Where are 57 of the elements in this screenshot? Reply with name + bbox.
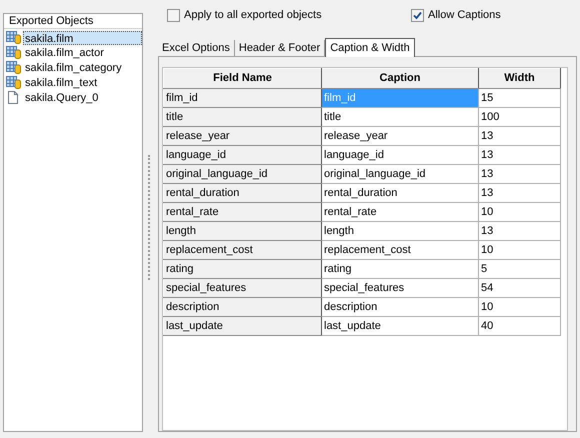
field-name-cell: rental_rate xyxy=(164,202,322,222)
width-cell[interactable]: 100 xyxy=(478,108,560,126)
tree-item[interactable]: sakila.Query_0 xyxy=(23,90,100,104)
caption-cell[interactable]: release_year xyxy=(322,126,478,146)
field-name-cell: language_id xyxy=(164,146,322,164)
caption-cell[interactable]: length xyxy=(322,222,478,240)
document-icon xyxy=(6,91,21,104)
table-icon xyxy=(6,61,21,74)
checkbox-label: Allow Captions xyxy=(428,8,501,24)
width-cell[interactable]: 5 xyxy=(478,260,560,278)
tree-item[interactable]: sakila.film xyxy=(23,30,142,44)
checkbox[interactable] xyxy=(167,9,180,22)
caption-cell[interactable]: rating xyxy=(322,260,478,278)
width-cell[interactable]: 10 xyxy=(478,298,560,316)
width-cell[interactable]: 40 xyxy=(478,316,560,336)
width-cell[interactable]: 13 xyxy=(478,184,560,202)
caption-cell[interactable]: special_features xyxy=(322,278,478,298)
caption-cell[interactable]: replacement_cost xyxy=(322,240,478,260)
width-cell[interactable]: 10 xyxy=(478,240,560,260)
checkbox[interactable] xyxy=(411,9,424,22)
width-cell[interactable]: 13 xyxy=(478,222,560,240)
field-name-cell: special_features xyxy=(164,278,322,298)
table-icon xyxy=(6,76,21,89)
field-name-cell: original_language_id xyxy=(164,164,322,184)
width-cell[interactable]: 13 xyxy=(478,126,560,146)
caption-cell[interactable]: description xyxy=(322,298,478,316)
field-name-cell: replacement_cost xyxy=(164,240,322,260)
caption-cell[interactable]: language_id xyxy=(322,146,478,164)
column-header[interactable]: Field Name xyxy=(164,68,322,88)
field-name-cell: film_id xyxy=(164,88,322,108)
field-name-cell: last_update xyxy=(164,316,322,336)
field-name-cell: rating xyxy=(164,260,322,278)
width-cell[interactable]: 54 xyxy=(478,278,560,298)
caption-cell[interactable]: rental_duration xyxy=(322,184,478,202)
caption-cell[interactable]: original_language_id xyxy=(322,164,478,184)
field-name-cell: length xyxy=(164,222,322,240)
caption-cell[interactable]: title xyxy=(322,108,478,126)
caption-cell[interactable]: rental_rate xyxy=(322,202,478,222)
table-icon xyxy=(6,46,21,59)
field-name-cell: rental_duration xyxy=(164,184,322,202)
tree-item[interactable]: sakila.film_category xyxy=(23,60,124,74)
field-name-cell: description xyxy=(164,298,322,316)
column-header[interactable]: Width xyxy=(478,68,560,88)
width-cell[interactable]: 13 xyxy=(478,164,560,184)
panel-title: Exported Objects xyxy=(4,14,142,29)
width-cell[interactable]: 13 xyxy=(478,146,560,164)
tree-item[interactable]: sakila.film_text xyxy=(23,76,100,90)
field-name-cell: title xyxy=(164,108,322,126)
width-cell[interactable]: 15 xyxy=(478,88,560,108)
field-name-cell: release_year xyxy=(164,126,322,146)
table-icon xyxy=(6,31,21,44)
caption-cell[interactable]: last_update xyxy=(322,316,478,336)
tab[interactable]: Caption & Width xyxy=(325,38,415,57)
column-header[interactable]: Caption xyxy=(322,68,478,88)
tree-item[interactable]: sakila.film_actor xyxy=(23,46,106,60)
width-cell[interactable]: 10 xyxy=(478,202,560,222)
checkbox-label: Apply to all exported objects xyxy=(184,8,322,24)
